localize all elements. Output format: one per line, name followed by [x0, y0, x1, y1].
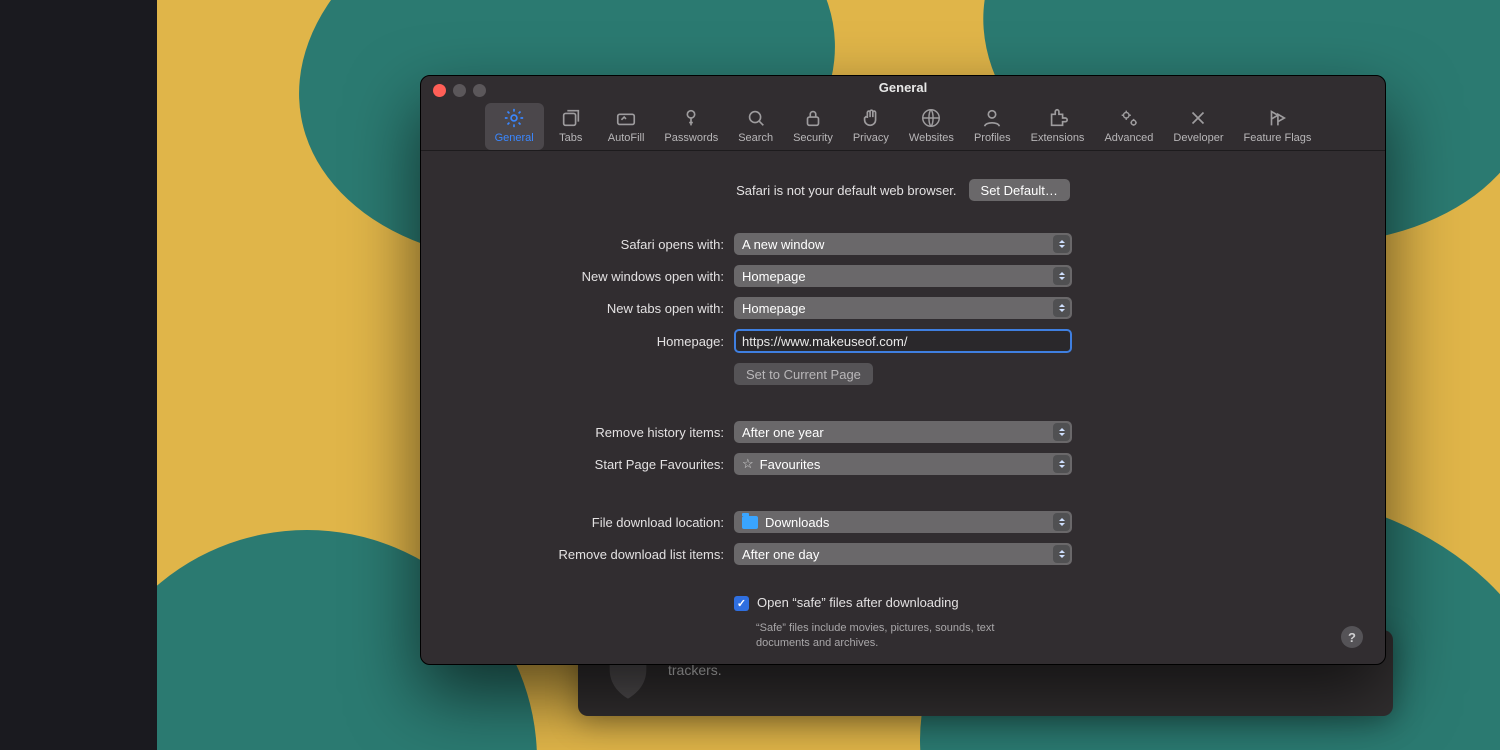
- preferences-body: Safari is not your default web browser. …: [421, 151, 1385, 664]
- folder-icon: [742, 516, 758, 529]
- tab-label: Search: [738, 132, 773, 144]
- preferences-toolbar: General Tabs AutoFill Passwords Search: [421, 99, 1385, 151]
- tab-label: Feature Flags: [1244, 132, 1312, 144]
- tab-label: Security: [793, 132, 833, 144]
- search-icon: [745, 107, 767, 129]
- tab-tabs[interactable]: Tabs: [544, 103, 598, 150]
- select-value: Homepage: [742, 269, 806, 284]
- select-new-tabs[interactable]: Homepage: [734, 297, 1072, 319]
- select-download-location[interactable]: Downloads: [734, 511, 1072, 533]
- settings-form: Safari opens with: A new window New wind…: [469, 233, 1337, 650]
- chevron-updown-icon: [1053, 513, 1070, 531]
- tools-icon: [1187, 107, 1209, 129]
- label-download-location: File download location:: [469, 515, 734, 530]
- open-safe-description: “Safe” files include movies, pictures, s…: [734, 621, 1034, 650]
- tab-feature-flags[interactable]: Feature Flags: [1234, 103, 1322, 150]
- puzzle-icon: [1047, 107, 1069, 129]
- label-remove-downloads: Remove download list items:: [469, 547, 734, 562]
- tab-label: Advanced: [1104, 132, 1153, 144]
- globe-icon: [920, 107, 942, 129]
- window-titlebar: General: [421, 76, 1385, 99]
- label-new-tabs: New tabs open with:: [469, 301, 734, 316]
- help-label: ?: [1348, 630, 1356, 645]
- gears-icon: [1118, 107, 1140, 129]
- chevron-updown-icon: [1053, 299, 1070, 317]
- tab-label: Developer: [1173, 132, 1223, 144]
- set-default-button[interactable]: Set Default…: [969, 179, 1070, 201]
- pencil-box-icon: [615, 107, 637, 129]
- label-homepage: Homepage:: [469, 334, 734, 349]
- label-new-windows: New windows open with:: [469, 269, 734, 284]
- desktop-wallpaper: Safari has not encountered any trackers …: [157, 0, 1500, 750]
- tab-search[interactable]: Search: [728, 103, 783, 150]
- tab-developer[interactable]: Developer: [1163, 103, 1233, 150]
- key-icon: [680, 107, 702, 129]
- set-to-current-page-button[interactable]: Set to Current Page: [734, 363, 873, 385]
- gear-icon: [503, 107, 525, 129]
- lock-icon: [802, 107, 824, 129]
- label-opens-with: Safari opens with:: [469, 237, 734, 252]
- tab-label: AutoFill: [608, 132, 645, 144]
- tab-extensions[interactable]: Extensions: [1021, 103, 1095, 150]
- select-value: Favourites: [760, 457, 821, 472]
- help-button[interactable]: ?: [1341, 626, 1363, 648]
- select-value: After one day: [742, 547, 819, 562]
- chevron-updown-icon: [1053, 267, 1070, 285]
- select-favourites[interactable]: ☆ Favourites: [734, 453, 1072, 475]
- hand-icon: [860, 107, 882, 129]
- tabs-icon: [560, 107, 582, 129]
- window-title: General: [879, 80, 927, 95]
- tab-passwords[interactable]: Passwords: [654, 103, 728, 150]
- tab-advanced[interactable]: Advanced: [1094, 103, 1163, 150]
- label-remove-history: Remove history items:: [469, 425, 734, 440]
- homepage-input[interactable]: [734, 329, 1072, 353]
- select-remove-history[interactable]: After one year: [734, 421, 1072, 443]
- default-browser-row: Safari is not your default web browser. …: [469, 179, 1337, 201]
- tab-label: General: [495, 132, 534, 144]
- tab-label: Privacy: [853, 132, 889, 144]
- tab-general[interactable]: General: [485, 103, 544, 150]
- tab-label: Profiles: [974, 132, 1011, 144]
- select-value: After one year: [742, 425, 824, 440]
- select-value: Downloads: [765, 515, 829, 530]
- toolbar-tabs: General Tabs AutoFill Passwords Search: [485, 103, 1322, 150]
- tab-profiles[interactable]: Profiles: [964, 103, 1021, 150]
- tab-label: Websites: [909, 132, 954, 144]
- chevron-updown-icon: [1053, 235, 1070, 253]
- preferences-window: General General Tabs AutoFill: [420, 75, 1386, 665]
- open-safe-checkbox[interactable]: [734, 596, 749, 611]
- select-new-windows[interactable]: Homepage: [734, 265, 1072, 287]
- person-icon: [981, 107, 1003, 129]
- chevron-updown-icon: [1053, 545, 1070, 563]
- window-controls: [433, 84, 486, 97]
- select-remove-downloads[interactable]: After one day: [734, 543, 1072, 565]
- open-safe-label: Open “safe” files after downloading: [757, 595, 959, 610]
- select-value: A new window: [742, 237, 824, 252]
- tab-websites[interactable]: Websites: [899, 103, 964, 150]
- minimize-button[interactable]: [453, 84, 466, 97]
- zoom-button[interactable]: [473, 84, 486, 97]
- tab-security[interactable]: Security: [783, 103, 843, 150]
- tab-autofill[interactable]: AutoFill: [598, 103, 655, 150]
- select-opens-with[interactable]: A new window: [734, 233, 1072, 255]
- select-value: Homepage: [742, 301, 806, 316]
- tab-label: Passwords: [664, 132, 718, 144]
- label-favourites: Start Page Favourites:: [469, 457, 734, 472]
- star-icon: ☆: [742, 456, 754, 472]
- tab-privacy[interactable]: Privacy: [843, 103, 899, 150]
- default-browser-message: Safari is not your default web browser.: [736, 183, 956, 198]
- flags-icon: [1266, 107, 1288, 129]
- tab-label: Tabs: [559, 132, 582, 144]
- close-button[interactable]: [433, 84, 446, 97]
- chevron-updown-icon: [1053, 423, 1070, 441]
- chevron-updown-icon: [1053, 455, 1070, 473]
- tab-label: Extensions: [1031, 132, 1085, 144]
